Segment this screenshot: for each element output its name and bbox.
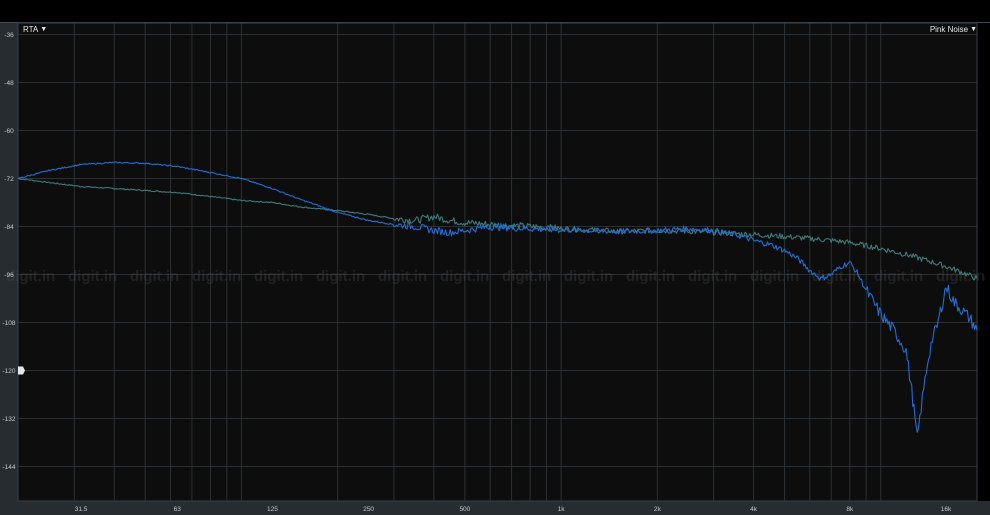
x-tick-label: 31.5 — [75, 506, 88, 513]
watermark-text: digit.in — [936, 268, 985, 285]
rta-analyzer-window: digit.in digit.in digit.in digit.in digit.in… — [0, 0, 990, 515]
x-tick-label: 1k — [558, 506, 566, 513]
x-tick-label: 125 — [267, 506, 278, 513]
y-tick-label: -132 — [2, 416, 15, 423]
y-tick-label: -144 — [2, 464, 15, 471]
watermark-text: digit.in — [440, 268, 489, 285]
pink-noise-dropdown[interactable]: Pink Noise ▼ — [930, 24, 977, 36]
y-tick-label: -96 — [4, 272, 14, 279]
x-tick-label: 250 — [363, 506, 374, 513]
source-label: Pink Noise — [929, 25, 969, 34]
y-tick-label: -60 — [4, 128, 14, 135]
watermark-text: digit.in — [254, 268, 303, 285]
rta-mode-label: RTA — [23, 25, 39, 34]
x-tick-label: 500 — [459, 506, 470, 513]
watermark-text: digit.in — [68, 268, 117, 285]
x-tick-label: 2k — [654, 506, 662, 513]
x-tick-label: 16k — [941, 506, 952, 513]
watermark-text: digit.in — [750, 268, 799, 285]
watermark-text: digit.in — [192, 268, 241, 285]
dropdown-arrow-icon: ▼ — [40, 26, 48, 33]
watermark-text: digit.in — [688, 268, 737, 285]
dropdown-arrow-icon: ▼ — [970, 26, 977, 33]
y-tick-label: -84 — [4, 224, 14, 231]
y-tick-label: -72 — [4, 176, 14, 183]
watermark-text: digit.in — [874, 268, 923, 285]
watermark-text: digit.in — [626, 268, 675, 285]
plot-area — [18, 23, 977, 501]
x-tick-label: 8k — [846, 506, 854, 513]
watermark-text: digit.in — [502, 268, 551, 285]
x-tick-label: 4k — [750, 506, 758, 513]
rta-mode-dropdown[interactable]: RTA ▼ — [23, 24, 47, 36]
y-tick-label: -108 — [2, 320, 15, 327]
rta-chart: digit.in digit.in digit.in digit.in digit.in… — [2, 22, 985, 513]
watermark-text: digit.in — [564, 268, 613, 285]
x-tick-label: 63 — [174, 506, 182, 513]
y-tick-label: -36 — [4, 32, 14, 39]
y-tick-label: -48 — [4, 80, 14, 87]
watermark-text: digit.in — [316, 268, 365, 285]
y-tick-label: -120 — [2, 368, 15, 375]
watermark-text: digit.in — [130, 268, 179, 285]
watermark-text: digit.in — [378, 268, 427, 285]
